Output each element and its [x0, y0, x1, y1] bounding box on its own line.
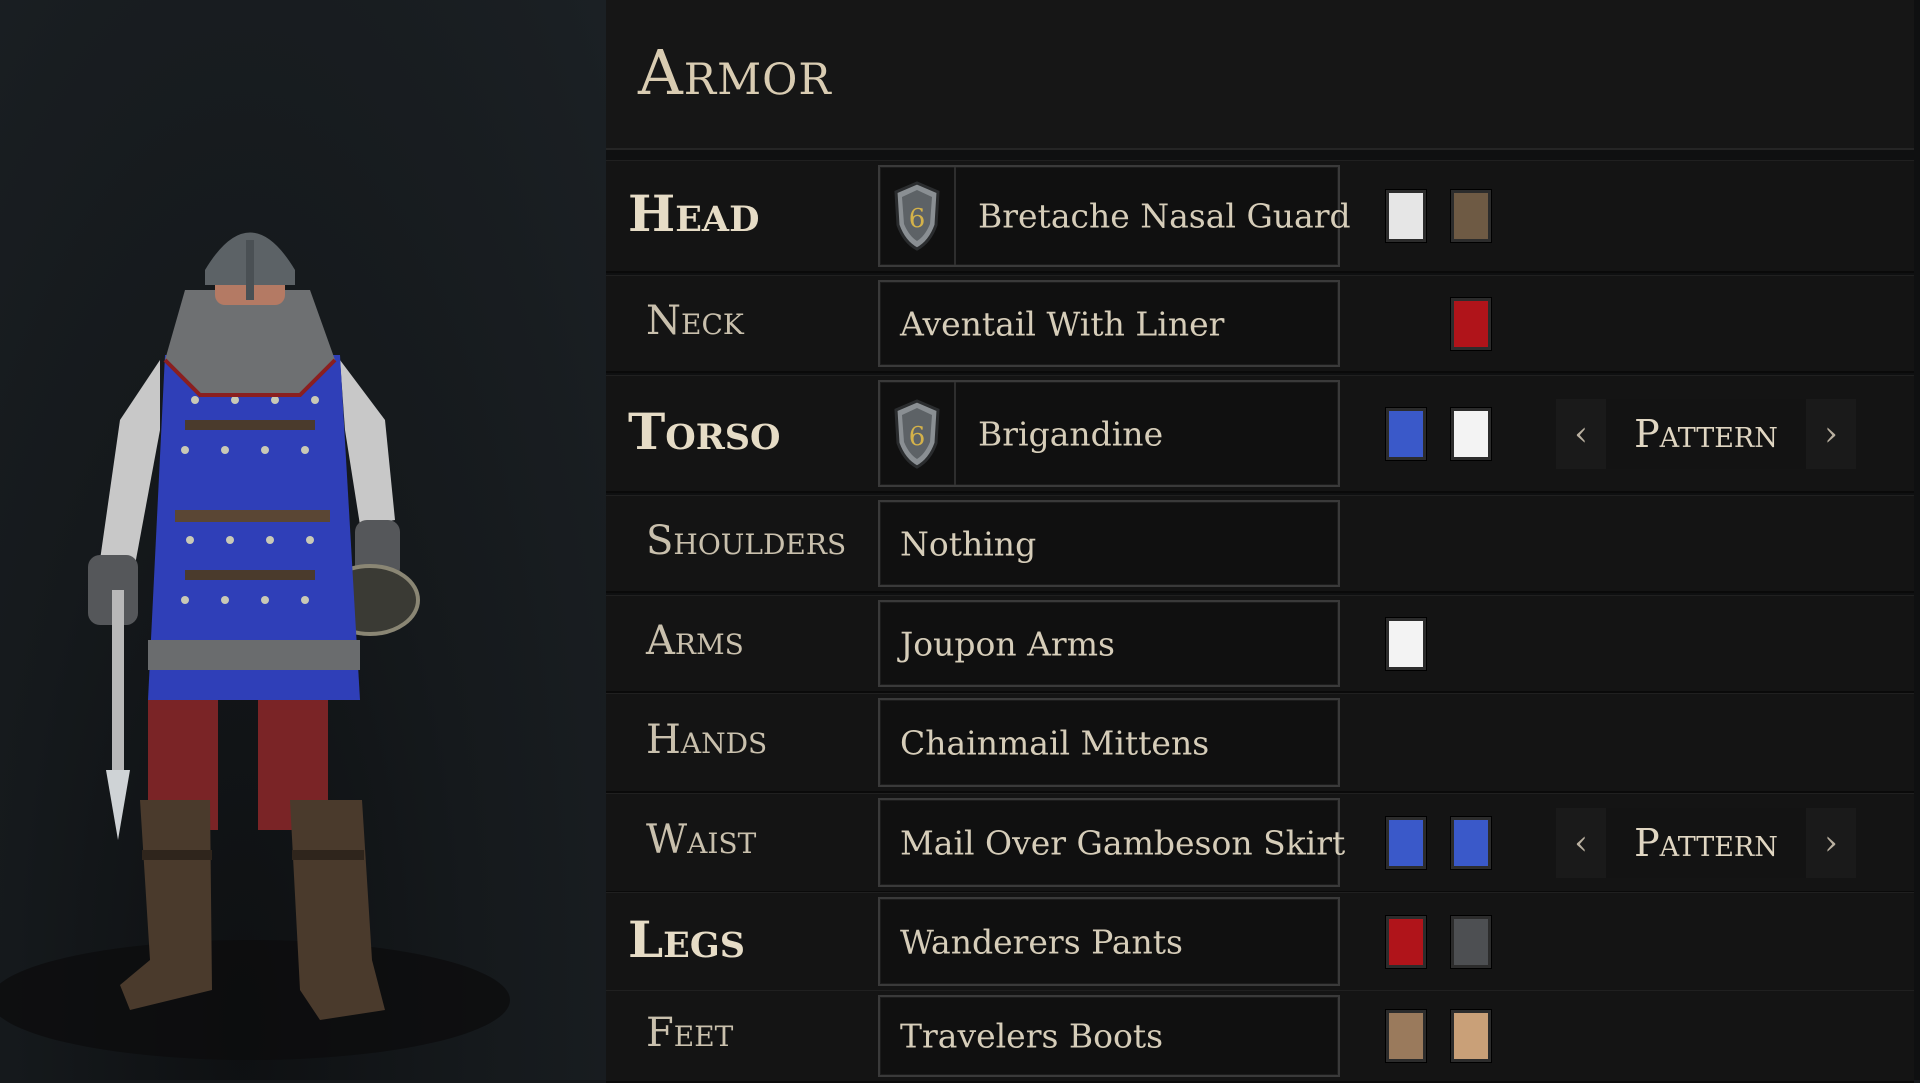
svg-text:6: 6 — [909, 422, 926, 452]
item-selector[interactable]: Travelers Boots — [878, 995, 1340, 1077]
item-name: Nothing — [900, 524, 1037, 563]
slot-label: Waist — [646, 816, 757, 863]
character-preview[interactable] — [0, 0, 606, 1080]
slot-row-feet: Feet Travelers Boots — [606, 990, 1914, 1083]
color-swatch-2[interactable] — [1450, 406, 1492, 461]
slot-label: Feet — [646, 1010, 734, 1056]
color-swatch-2[interactable] — [1450, 914, 1492, 969]
tier-shield-icon: 6 — [880, 167, 956, 265]
item-name: Aventail With Liner — [900, 304, 1225, 343]
color-swatch-2[interactable] — [1450, 189, 1492, 243]
slot-row-waist: Waist Mail Over Gambeson Skirt ‹ Pattern › — [606, 793, 1914, 893]
pattern-prev-arrow-icon[interactable]: ‹ — [1556, 807, 1606, 878]
color-swatch-1[interactable] — [1385, 914, 1427, 969]
slot-row-head: Head 6 Bretache Nasal Guard — [606, 160, 1914, 273]
color-swatch-1[interactable] — [1385, 616, 1427, 671]
slot-row-neck: Neck Aventail With Liner — [606, 275, 1914, 373]
pattern-selector: ‹ Pattern › — [1556, 398, 1856, 469]
color-swatch-1[interactable] — [1385, 815, 1427, 870]
item-name: Brigandine — [978, 414, 1164, 453]
pattern-next-arrow-icon[interactable]: › — [1806, 398, 1856, 469]
item-name: Joupon Arms — [900, 624, 1115, 663]
item-selector[interactable]: Chainmail Mittens — [878, 698, 1340, 787]
slot-row-arms: Arms Joupon Arms — [606, 595, 1914, 693]
item-name: Travelers Boots — [900, 1016, 1164, 1056]
slot-row-shoulders: Shoulders Nothing — [606, 495, 1914, 593]
panel-title: Armor — [638, 36, 832, 109]
item-name: Bretache Nasal Guard — [978, 196, 1351, 236]
item-name: Mail Over Gambeson Skirt — [900, 823, 1346, 862]
item-selector[interactable]: Aventail With Liner — [878, 280, 1340, 367]
tier-shield-icon: 6 — [880, 382, 956, 485]
pattern-next-arrow-icon[interactable]: › — [1806, 807, 1856, 878]
item-selector[interactable]: Wanderers Pants — [878, 897, 1340, 986]
slot-label: Arms — [646, 617, 744, 664]
svg-text:6: 6 — [909, 204, 926, 234]
color-swatch-1[interactable] — [1450, 296, 1492, 351]
pattern-prev-arrow-icon[interactable]: ‹ — [1556, 398, 1606, 469]
color-swatch-2[interactable] — [1450, 1009, 1492, 1063]
item-name: Wanderers Pants — [900, 922, 1183, 961]
pattern-label: Pattern — [1634, 820, 1778, 865]
armor-panel: Armor Head 6 Bretache Nasal Guard Neck Avent… — [606, 0, 1920, 1083]
slot-row-hands: Hands Chainmail Mittens — [606, 693, 1914, 793]
character-model — [0, 232, 510, 1060]
item-selector[interactable]: Nothing — [878, 500, 1340, 587]
color-swatch-1[interactable] — [1385, 189, 1427, 243]
slot-label: Legs — [628, 909, 745, 969]
item-selector[interactable]: Joupon Arms — [878, 600, 1340, 687]
slot-label: Hands — [646, 716, 768, 763]
color-swatch-1[interactable] — [1385, 1009, 1427, 1063]
color-swatch-1[interactable] — [1385, 406, 1427, 461]
pattern-selector: ‹ Pattern › — [1556, 807, 1856, 878]
panel-header: Armor — [606, 0, 1914, 150]
slot-label: Neck — [646, 297, 744, 344]
item-selector[interactable]: Mail Over Gambeson Skirt — [878, 798, 1345, 887]
item-selector[interactable]: 6 Bretache Nasal Guard — [878, 165, 1351, 267]
slot-label: Shoulders — [646, 517, 847, 564]
slot-row-torso: Torso 6 Brigandine ‹ Pattern › — [606, 375, 1914, 493]
slot-label: Head — [628, 184, 760, 243]
slot-label: Torso — [628, 401, 781, 461]
pattern-label: Pattern — [1634, 411, 1778, 456]
slot-row-legs: Legs Wanderers Pants — [606, 892, 1914, 992]
color-swatch-2[interactable] — [1450, 815, 1492, 870]
item-selector[interactable]: 6 Brigandine — [878, 380, 1340, 487]
item-name: Chainmail Mittens — [900, 723, 1210, 762]
